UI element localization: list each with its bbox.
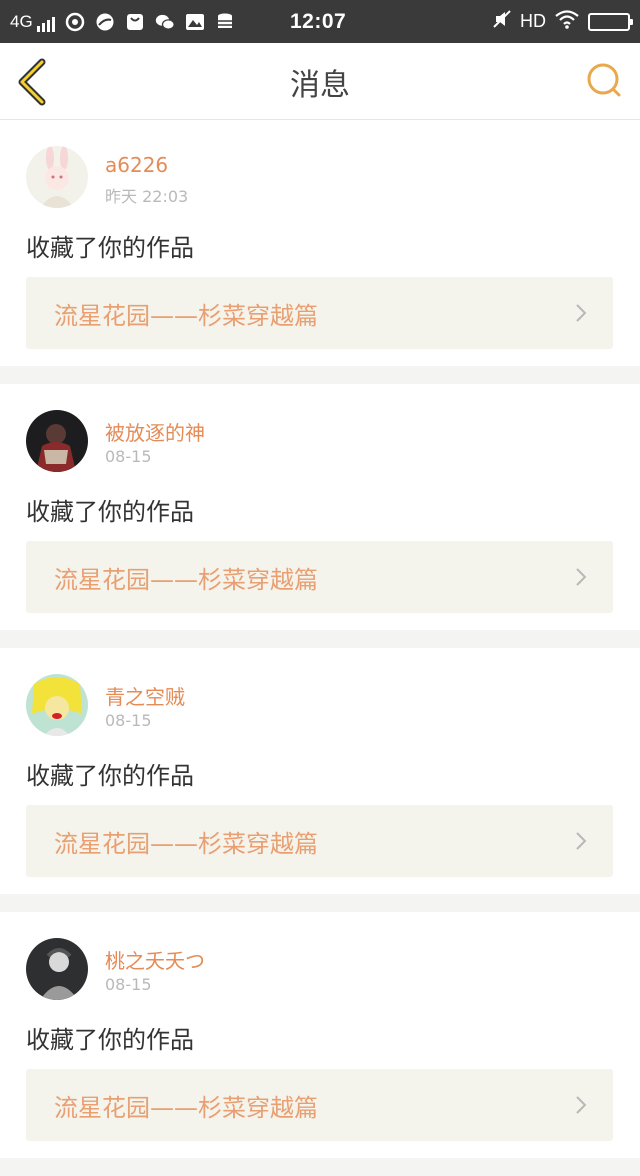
message-text: 收藏了你的作品	[26, 1026, 194, 1054]
username[interactable]: 青之空贼	[105, 681, 185, 710]
chevron-right-icon	[576, 304, 587, 322]
chevron-right-icon	[576, 1096, 587, 1114]
storage-icon	[215, 12, 235, 32]
work-title: 流星花园——杉菜穿越篇	[54, 1093, 318, 1122]
avatar[interactable]	[26, 674, 88, 736]
mute-icon	[492, 9, 512, 34]
clock: 12:07	[290, 9, 347, 33]
message-list: a6226 昨天 22:03 收藏了你的作品 流星花园——杉菜穿越篇 被放逐的神…	[0, 120, 640, 1176]
wechat-icon	[155, 12, 175, 32]
work-title: 流星花园——杉菜穿越篇	[54, 565, 318, 594]
username[interactable]: 桃之夭夭つ	[105, 945, 205, 974]
browser-icon	[65, 12, 85, 32]
work-link[interactable]: 流星花园——杉菜穿越篇	[26, 805, 613, 877]
app-header: 消息	[0, 43, 640, 120]
message-time: 08-15	[105, 447, 152, 466]
status-bar: 4G 12:07 HD	[0, 0, 640, 43]
message-card: 青之空贼 08-15 收藏了你的作品 流星花园——杉菜穿越篇	[0, 648, 640, 894]
signal-bars-icon	[36, 16, 55, 32]
message-time: 08-15	[105, 711, 152, 730]
work-link[interactable]: 流星花园——杉菜穿越篇	[26, 1069, 613, 1141]
username[interactable]: a6226	[105, 153, 168, 177]
avatar[interactable]	[26, 410, 88, 472]
gallery-icon	[185, 12, 205, 32]
username[interactable]: 被放逐的神	[105, 417, 205, 446]
work-title: 流星花园——杉菜穿越篇	[54, 829, 318, 858]
avatar[interactable]	[26, 146, 88, 208]
search-button[interactable]	[584, 60, 626, 102]
message-card: 桃之夭夭つ 08-15 收藏了你的作品 流星花园——杉菜穿越篇	[0, 912, 640, 1158]
chevron-right-icon	[576, 568, 587, 586]
network-type: 4G	[10, 11, 33, 31]
message-card: 被放逐的神 08-15 收藏了你的作品 流星花园——杉菜穿越篇	[0, 384, 640, 630]
work-link[interactable]: 流星花园——杉菜穿越篇	[26, 541, 613, 613]
message-text: 收藏了你的作品	[26, 498, 194, 526]
search-icon	[587, 63, 621, 97]
message-time: 08-15	[105, 975, 152, 994]
shopping-bag-icon	[125, 12, 145, 32]
hd-label: HD	[520, 11, 546, 31]
message-text: 收藏了你的作品	[26, 762, 194, 790]
work-title: 流星花园——杉菜穿越篇	[54, 301, 318, 330]
message-card: a6226 昨天 22:03 收藏了你的作品 流星花园——杉菜穿越篇	[0, 120, 640, 366]
message-time: 昨天 22:03	[105, 187, 189, 206]
page-title: 消息	[290, 67, 350, 103]
work-link[interactable]: 流星花园——杉菜穿越篇	[26, 277, 613, 349]
wifi-icon	[554, 9, 580, 34]
message-text: 收藏了你的作品	[26, 234, 194, 262]
avatar[interactable]	[26, 938, 88, 1000]
chevron-right-icon	[576, 832, 587, 850]
battery-icon	[588, 12, 633, 31]
cellular-signal: 4G	[10, 12, 55, 32]
app-icon	[95, 12, 115, 32]
